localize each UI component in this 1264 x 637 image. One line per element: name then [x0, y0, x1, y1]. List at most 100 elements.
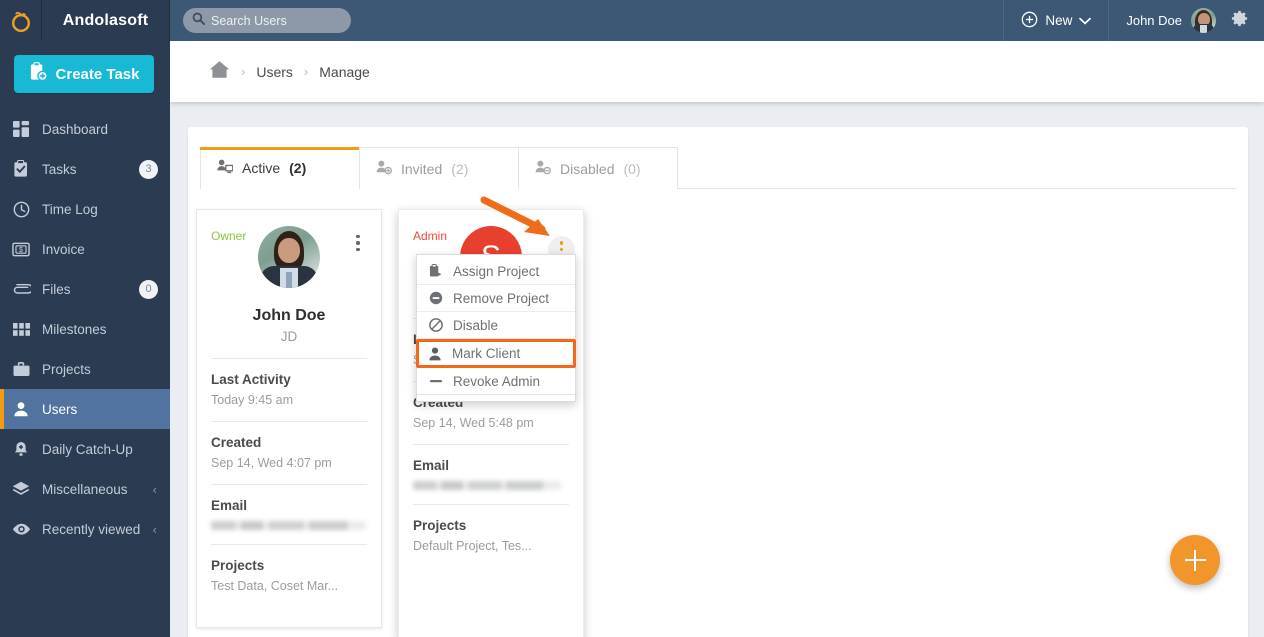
user-card: Owner John Doe JD Last Activity Today 9: — [196, 209, 382, 628]
menu-item-remove-project[interactable]: Remove Project — [417, 285, 575, 312]
invoice-dollar-icon: $ — [11, 242, 31, 257]
brand-name[interactable]: Andolasoft — [42, 0, 170, 41]
sidebar-item-time-log[interactable]: Time Log — [0, 189, 170, 229]
clock-icon — [11, 201, 31, 218]
sidebar-item-files[interactable]: Files 0 — [0, 269, 170, 309]
briefcase-icon — [11, 361, 31, 377]
field-value: Test Data, Coset Mar... — [211, 579, 339, 593]
plus-circle-icon — [1021, 11, 1038, 31]
user-monitor-icon — [217, 159, 234, 177]
breadcrumb-separator: › — [241, 64, 246, 79]
brand-logo[interactable] — [0, 0, 42, 41]
tab-count: (0) — [623, 160, 641, 177]
tab-label: Disabled — [560, 160, 615, 177]
sidebar-item-invoice[interactable]: $ Invoice — [0, 229, 170, 269]
tab-disabled[interactable]: Disabled (0) — [518, 147, 678, 189]
sidebar-item-label: Tasks — [42, 161, 77, 177]
field-value: Sep 14, Wed 5:48 pm — [413, 416, 534, 430]
sidebar-item-tasks[interactable]: Tasks 3 — [0, 149, 170, 189]
sidebar-item-label: Time Log — [42, 201, 98, 217]
sidebar-item-label: Dashboard — [42, 121, 109, 137]
paperclip-icon — [11, 283, 31, 296]
tab-label: Invited — [401, 160, 443, 177]
field-value: Today 9:45 am — [211, 393, 293, 407]
user-status-tabs: Active (2) Invited (2) Disabled (0) — [200, 147, 1236, 190]
new-button[interactable]: New — [1003, 0, 1110, 41]
field-value: Default Project, Tes... — [413, 539, 532, 553]
user-icon — [11, 401, 31, 417]
tab-active[interactable]: Active (2) — [200, 147, 360, 190]
sidebar-item-miscellaneous[interactable]: Miscellaneous ‹ — [0, 469, 170, 509]
tab-invited[interactable]: Invited (2) — [359, 147, 519, 189]
kebab-menu-icon[interactable] — [347, 230, 369, 256]
add-user-fab[interactable] — [1170, 535, 1220, 585]
role-badge: Admin — [413, 229, 448, 243]
avatar — [258, 226, 320, 288]
field-email: Email — [413, 445, 569, 490]
menu-item-label: Revoke Admin — [453, 373, 541, 389]
field-label: Email — [413, 458, 450, 473]
field-value: Sep 14, Wed 4:07 pm — [211, 456, 332, 470]
menu-item-assign-project[interactable]: Assign Project — [417, 258, 575, 285]
sidebar-item-daily-catch-up[interactable]: Daily Catch-Up — [0, 429, 170, 469]
breadcrumb-item-users[interactable]: Users — [256, 64, 293, 80]
chevron-left-icon: ‹ — [152, 521, 157, 537]
search-input[interactable] — [183, 8, 351, 33]
settings-button[interactable] — [1230, 0, 1264, 41]
chevron-down-icon — [1079, 13, 1092, 28]
user-name-label: John Doe — [1126, 13, 1182, 28]
user-actions-dropdown: Assign Project Remove Project Disable Ma… — [416, 254, 576, 402]
eye-icon — [11, 523, 31, 536]
menu-item-mark-client[interactable]: Mark Client — [416, 339, 576, 368]
menu-item-label: Mark Client — [452, 346, 521, 361]
create-task-button[interactable]: Create Task — [14, 55, 154, 93]
sidebar-item-label: Users — [42, 401, 78, 417]
redacted-email-value — [211, 521, 366, 530]
breadcrumb-separator: › — [303, 64, 309, 79]
avatar — [1191, 8, 1216, 33]
user-menu[interactable]: John Doe — [1109, 0, 1230, 41]
field-last-activity: Last Activity Today 9:45 am — [211, 359, 367, 407]
sidebar-item-label: Files — [42, 281, 71, 297]
sidebar-item-milestones[interactable]: Milestones — [0, 309, 170, 349]
redacted-email-value — [413, 481, 561, 490]
orange-fruit-logo-icon — [9, 9, 33, 33]
user-plus-icon — [376, 160, 393, 178]
tab-count: (2) — [451, 160, 469, 177]
user-card-header: Owner — [211, 226, 367, 304]
field-label: Projects — [413, 518, 467, 533]
top-navigation-bar: Andolasoft New — [0, 0, 1264, 41]
chevron-left-icon: ‹ — [152, 481, 157, 497]
brand-label: Andolasoft — [62, 11, 149, 29]
sidebar-item-label: Recently viewed — [42, 521, 141, 537]
minus-circle-filled-icon — [428, 291, 443, 305]
sidebar-item-label: Projects — [42, 361, 91, 377]
role-badge: Owner — [211, 229, 247, 243]
breadcrumb-item-manage: Manage — [319, 63, 370, 80]
clipboard-arrow-icon — [428, 264, 443, 278]
home-icon[interactable] — [209, 60, 230, 84]
main-content: Active (2) Invited (2) Disabled (0) Owne… — [170, 102, 1264, 637]
field-label: Last Activity — [211, 372, 291, 387]
person-filled-icon — [427, 347, 442, 361]
create-task-label: Create Task — [55, 65, 140, 83]
app-root: Andolasoft New — [0, 0, 1264, 637]
sidebar-item-label: Miscellaneous — [42, 481, 128, 497]
menu-item-revoke-admin[interactable]: Revoke Admin — [417, 368, 575, 395]
tab-count: (2) — [289, 160, 307, 176]
sidebar-item-recently-viewed[interactable]: Recently viewed ‹ — [0, 509, 170, 549]
svg-text:$: $ — [19, 246, 23, 254]
sidebar-badge-tasks: 3 — [139, 159, 158, 179]
clipboard-plus-icon — [29, 62, 48, 86]
sidebar-item-dashboard[interactable]: Dashboard — [0, 109, 170, 149]
minus-dash-icon — [428, 378, 443, 384]
sidebar: Create Task Dashboard Tasks 3 Time Log $… — [0, 41, 170, 637]
sidebar-item-users[interactable]: Users — [0, 389, 170, 429]
milestones-grid-icon — [11, 322, 31, 336]
field-created: Created Sep 14, Wed 4:07 pm — [211, 422, 367, 470]
top-right-actions: New John Doe — [1003, 0, 1264, 41]
field-label: Created — [211, 435, 262, 450]
sidebar-item-projects[interactable]: Projects — [0, 349, 170, 389]
task-check-icon — [11, 160, 31, 178]
menu-item-disable[interactable]: Disable — [417, 312, 575, 339]
